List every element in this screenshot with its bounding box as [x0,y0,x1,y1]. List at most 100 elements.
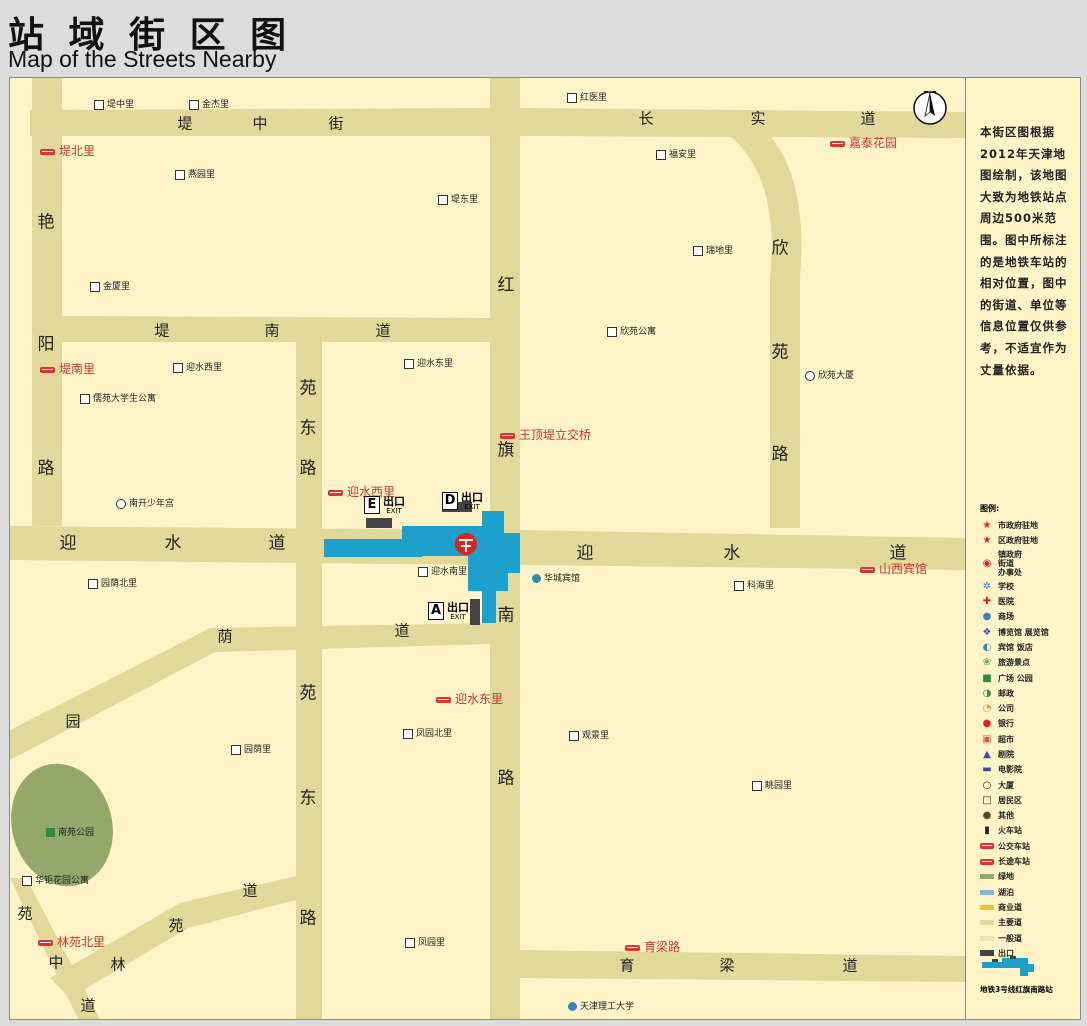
bus-icon [625,944,640,951]
cinema-icon: ▬ [982,764,992,776]
bus-stop-name: 林苑北里 [57,935,106,949]
place-label[interactable]: 园荫北里 [88,576,137,589]
exit-letter: D [442,492,458,510]
road-label: 东 [299,418,317,439]
mall-icon: ● [982,611,992,623]
bus-icon [40,366,55,373]
place-name: 凤园北里 [416,729,453,739]
road-label: 艳 [37,212,55,233]
place-label[interactable]: 堤东里 [438,192,478,205]
road-label: 道 [80,996,96,1015]
place-label[interactable]: 华城宾馆 [532,571,580,584]
place-label[interactable]: 儒苑大学生公寓 [80,391,156,404]
legend-label: 公司 [998,704,1014,714]
place-name: 欣苑大厦 [818,371,855,381]
residential-square-icon [734,580,744,591]
road-label: 水 [723,543,741,564]
legend-label: 商业道 [998,902,1022,912]
legend-item: ▬ 电影院 [980,762,1076,777]
bus-stop[interactable]: 林苑北里 [38,933,105,950]
legend-label: 湖泊 [998,887,1014,897]
place-label[interactable]: 凤园北里 [403,726,452,739]
road-label: 中 [48,953,64,972]
legend-item: ❖ 博览馆 展览馆 [980,624,1076,639]
place-name: 瑞地里 [706,246,734,256]
residential-square-icon [656,149,666,160]
legend-title: 图例: [980,504,1000,513]
exit-a[interactable]: A 出口 EXIT [428,602,469,621]
place-label[interactable]: 科海里 [734,578,774,591]
place-label[interactable]: 福安里 [656,147,696,160]
bus-stop[interactable]: 王顶堤立交桥 [500,426,591,443]
place-name: 观景里 [582,731,610,741]
bus-stop[interactable]: 山西宾馆 [860,560,927,577]
road-label: 苑 [299,683,317,704]
legend-item: ○ 大厦 [980,777,1076,792]
legend-label: 博览馆 展览馆 [998,627,1049,637]
bus-stop-name: 王顶堤立交桥 [519,428,592,442]
bus-stop[interactable]: 堤南里 [40,360,95,377]
hospital-cross-icon: ✚ [982,596,992,608]
legend-label: 区政府驻地 [998,536,1038,546]
place-name: 眺园里 [765,781,793,791]
legend-label: 广场 公园 [998,673,1033,683]
residential-square-icon [693,245,703,256]
place-label[interactable]: 凤园里 [405,935,445,948]
exit-d[interactable]: D 出口 EXIT [442,492,483,511]
legend-panel: 本街区图根据2012年天津地图绘制，该地图大致为地铁站点周边500米范围。图中所… [965,77,1081,1020]
residential-square-icon [80,393,90,404]
residential-square-icon [189,99,199,110]
place-label[interactable]: 园荫里 [231,742,271,755]
residential-square-icon [607,326,617,337]
bus-stop[interactable]: 堤北里 [40,142,95,159]
place-name: 园荫北里 [101,579,138,589]
exit-a-bar [470,599,480,625]
place-name: 堤东里 [451,195,479,205]
red-star-small-icon: ★ [982,535,992,547]
commercial-road-swatch [980,904,994,910]
bus-stop-name: 山西宾馆 [879,562,928,576]
road-label: 长 [638,109,654,128]
legend-item: ◑ 邮政 [980,686,1076,701]
bus-stop[interactable]: 嘉泰花园 [830,134,897,151]
street-map[interactable]: 堤中街长实道堤南道艳阳路苑东路红旗南路欣苑路迎水道迎水道荫道园苑东路道苑林苑中道… [9,77,966,1020]
exit-e[interactable]: E 出口 EXIT [364,496,405,515]
place-label[interactable]: 红医里 [567,90,607,103]
place-label[interactable]: 华钜花园公寓 [22,873,89,886]
place-label[interactable]: 金杰里 [189,97,229,110]
legend-item: 主要道 [980,915,1076,930]
place-label[interactable]: 堤中里 [94,97,134,110]
legend-label: 火车站 [998,826,1022,836]
place-label[interactable]: 迎水南里 [418,564,467,577]
bus-stop[interactable]: 迎水东里 [436,690,503,707]
place-label[interactable]: 迎水西里 [173,360,222,373]
place-label[interactable]: 天津理工大学 [568,999,634,1012]
company-icon: ◔ [982,703,992,715]
residential-square-icon [752,780,762,791]
place-label[interactable]: 观景里 [569,728,609,741]
road-label: 路 [37,458,55,479]
place-label[interactable]: 金厦里 [90,279,130,292]
legend-item: 公交车站 [980,839,1076,854]
place-label[interactable]: 南开少年宫 [116,496,174,509]
place-label[interactable]: 南苑公园 [46,825,94,838]
place-label[interactable]: 眺园里 [752,778,792,791]
bus-stop-name: 嘉泰花园 [849,136,898,150]
place-label[interactable]: 迎水东里 [404,356,453,369]
coach-station-icon [980,858,994,865]
place-label[interactable]: 燕园里 [175,167,215,180]
bus-stop[interactable]: 育梁路 [625,938,680,955]
place-label[interactable]: 欣苑大厦 [805,368,854,381]
road-label: 迎 [59,533,77,554]
place-label[interactable]: 欣苑公寓 [607,324,656,337]
residential-square-icon [438,194,448,205]
place-name: 红医里 [580,93,608,103]
legend-item: ● 商场 [980,609,1076,624]
legend-label: 市政府驻地 [998,521,1038,531]
place-name: 儒苑大学生公寓 [93,394,157,404]
place-name: 华钜花园公寓 [35,876,90,886]
museum-icon: ❖ [982,626,992,638]
legend-label: 长途车站 [998,857,1030,867]
road-label: 路 [299,458,317,479]
place-label[interactable]: 瑞地里 [693,243,733,256]
